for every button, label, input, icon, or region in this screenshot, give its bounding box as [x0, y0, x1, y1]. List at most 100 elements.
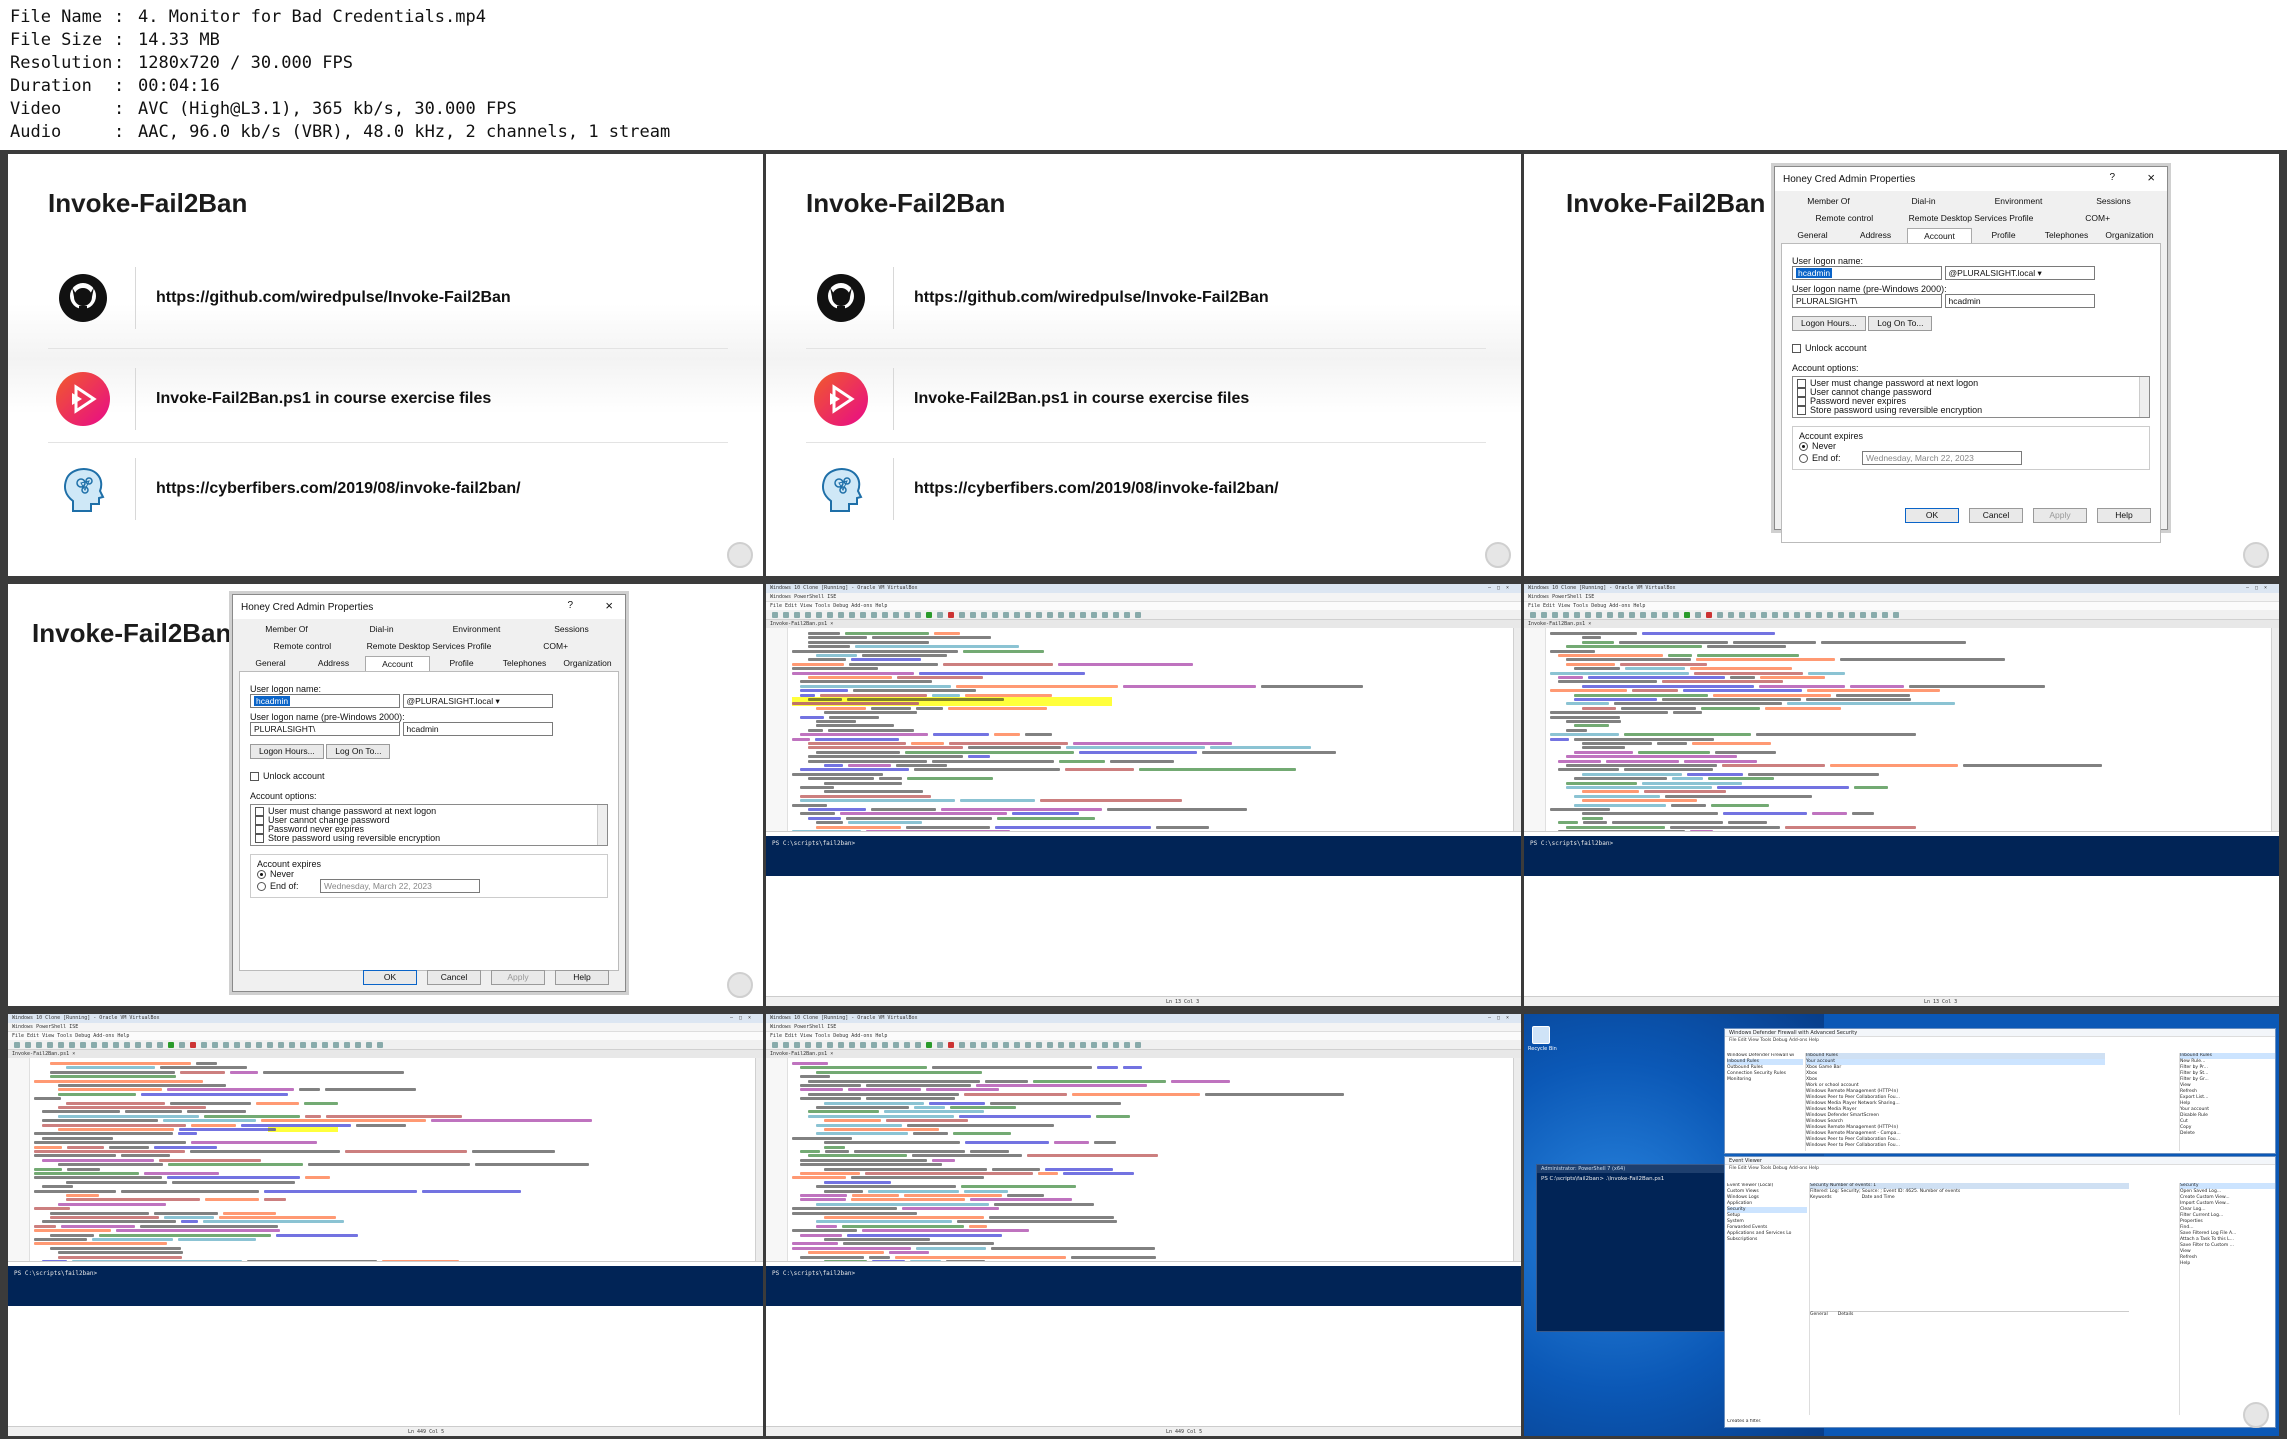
toolbar-icon[interactable] — [1860, 611, 1866, 618]
toolbar-icon[interactable] — [1651, 611, 1657, 618]
dialog-tab[interactable]: Sessions — [524, 622, 619, 636]
end-date-picker[interactable]: Wednesday, March 22, 2023 — [320, 879, 480, 894]
tab-general[interactable]: General — [1810, 1312, 1828, 1318]
toolbar-icon[interactable] — [1695, 611, 1701, 618]
toolbar-icon[interactable] — [1596, 611, 1602, 618]
ise-menubar[interactable]: File Edit View Tools Debug Add-ons Help — [8, 1032, 763, 1040]
toolbar-icon[interactable] — [1585, 611, 1591, 618]
dialog-tab[interactable]: Account — [1907, 228, 1972, 243]
toolbar-icon[interactable] — [915, 611, 921, 618]
unlock-checkbox[interactable] — [1792, 344, 1801, 354]
toolbar-icon[interactable] — [1113, 611, 1119, 618]
toolbar-icon[interactable] — [1091, 1041, 1097, 1048]
toolbar-icon[interactable] — [959, 1041, 965, 1048]
window-controls-icon[interactable]: –□× — [730, 1014, 757, 1023]
dialog-tab[interactable]: Environment — [429, 622, 524, 636]
toolbar-icon[interactable] — [1893, 611, 1899, 618]
script-editor[interactable] — [8, 1058, 763, 1262]
toolbar-icon[interactable] — [981, 1041, 987, 1048]
event-list[interactable]: Security Number of events: 1 Filtered: L… — [1809, 1183, 2129, 1415]
toolbar-icon[interactable] — [838, 611, 844, 618]
script-editor[interactable] — [766, 628, 1521, 832]
options-scrollbar[interactable] — [2139, 377, 2149, 418]
toolbar-icon[interactable] — [827, 611, 833, 618]
toolbar-icon[interactable] — [860, 1041, 866, 1048]
toolbar-icon[interactable] — [278, 1041, 284, 1048]
github-link[interactable]: https://github.com/wiredpulse/Invoke-Fai… — [156, 289, 511, 307]
toolbar-icon[interactable] — [1783, 611, 1789, 618]
toolbar-icon[interactable] — [267, 1041, 273, 1048]
toolbar-icon[interactable] — [849, 1041, 855, 1048]
window-controls-icon[interactable]: –□× — [1488, 584, 1515, 593]
toolbar-icon[interactable] — [849, 611, 855, 618]
toolbar-icon[interactable] — [959, 611, 965, 618]
end-of-radio[interactable] — [1799, 453, 1808, 463]
toolbar-icon[interactable] — [1091, 611, 1097, 618]
toolbar-icon[interactable] — [190, 1041, 196, 1048]
toolbar-icon[interactable] — [772, 1041, 778, 1048]
domain-select[interactable]: @PLURALSIGHT.local ▾ — [1944, 266, 2095, 280]
toolbar-icon[interactable] — [1574, 611, 1580, 618]
toolbar-icon[interactable] — [168, 1041, 174, 1048]
toolbar-icon[interactable] — [234, 1041, 240, 1048]
ise-menubar[interactable]: File Edit View Tools Debug Add-ons Help — [766, 602, 1521, 610]
script-editor[interactable] — [1524, 628, 2279, 832]
logon-hours-button[interactable]: Logon Hours... — [250, 744, 324, 759]
toolbar-icon[interactable] — [69, 1041, 75, 1048]
toolbar-icon[interactable] — [948, 1041, 954, 1048]
toolbar-icon[interactable] — [1113, 1041, 1119, 1048]
toolbar-icon[interactable] — [1135, 611, 1141, 618]
blog-link[interactable]: https://cyberfibers.com/2019/08/invoke-f… — [156, 480, 521, 498]
toolbar-icon[interactable] — [871, 1041, 877, 1048]
ok-button[interactable]: OK — [1905, 508, 1959, 523]
toolbar-icon[interactable] — [1102, 1041, 1108, 1048]
toolbar-icon[interactable] — [355, 1041, 361, 1048]
toolbar-icon[interactable] — [102, 1041, 108, 1048]
help-icon[interactable]: ? — [2109, 172, 2115, 183]
list-item[interactable]: Windows Peer to Peer Collaboration Fou..… — [1806, 1143, 2105, 1149]
console-pane[interactable]: PS C:\scripts\fail2ban> — [1524, 836, 2279, 876]
dialog-tab[interactable]: Member Of — [1781, 194, 1876, 208]
toolbar-icon[interactable] — [223, 1041, 229, 1048]
toolbar-icon[interactable] — [1794, 611, 1800, 618]
toolbar-icon[interactable] — [992, 611, 998, 618]
window-controls-icon[interactable]: –□× — [1488, 1014, 1515, 1023]
window-controls-icon[interactable]: –□× — [2246, 584, 2273, 593]
account-options-list[interactable]: User must change password at next logon U… — [1792, 376, 2150, 419]
toolbar-icon[interactable] — [146, 1041, 152, 1048]
file-tab[interactable]: Invoke-Fail2Ban.ps1 × — [766, 620, 1521, 628]
toolbar-icon[interactable] — [882, 1041, 888, 1048]
toolbar-icon[interactable] — [1080, 611, 1086, 618]
toolbar-icon[interactable] — [201, 1041, 207, 1048]
toolbar-icon[interactable] — [827, 1041, 833, 1048]
toolbar-icon[interactable] — [256, 1041, 262, 1048]
dialog-tab[interactable]: Telephones — [2035, 228, 2098, 243]
column-date-time[interactable]: Date and Time — [1862, 1195, 1895, 1201]
dialog-tab[interactable]: Remote Desktop Services Profile — [366, 639, 493, 653]
toolbar-icon[interactable] — [1618, 611, 1624, 618]
toolbar-icon[interactable] — [344, 1041, 350, 1048]
toolbar-icon[interactable] — [1025, 1041, 1031, 1048]
toolbar-icon[interactable] — [1080, 1041, 1086, 1048]
ok-button[interactable]: OK — [363, 970, 417, 985]
event-viewer-tree[interactable]: Event Viewer (Local) Custom Views Windows … — [1727, 1183, 1807, 1415]
toolbar-icon[interactable] — [904, 1041, 910, 1048]
dialog-tab[interactable]: Remote control — [1781, 211, 1908, 225]
list-item[interactable]: Monitoring — [1727, 1077, 1803, 1083]
toolbar-icon[interactable] — [1816, 611, 1822, 618]
toolbar-icon[interactable] — [91, 1041, 97, 1048]
dialog-tab[interactable]: Environment — [1971, 194, 2066, 208]
toolbar-icon[interactable] — [893, 1041, 899, 1048]
toolbar-icon[interactable] — [926, 611, 932, 618]
toolbar-icon[interactable] — [1069, 611, 1075, 618]
toolbar-icon[interactable] — [970, 611, 976, 618]
toolbar-icon[interactable] — [1871, 611, 1877, 618]
cancel-button[interactable]: Cancel — [427, 970, 481, 985]
toolbar-icon[interactable] — [1541, 611, 1547, 618]
toolbar-icon[interactable] — [838, 1041, 844, 1048]
dialog-tab[interactable]: Remote Desktop Services Profile — [1908, 211, 2035, 225]
toolbar-icon[interactable] — [1739, 611, 1745, 618]
toolbar-icon[interactable] — [1563, 611, 1569, 618]
toolbar-icon[interactable] — [1750, 611, 1756, 618]
unlock-checkbox[interactable] — [250, 772, 259, 782]
